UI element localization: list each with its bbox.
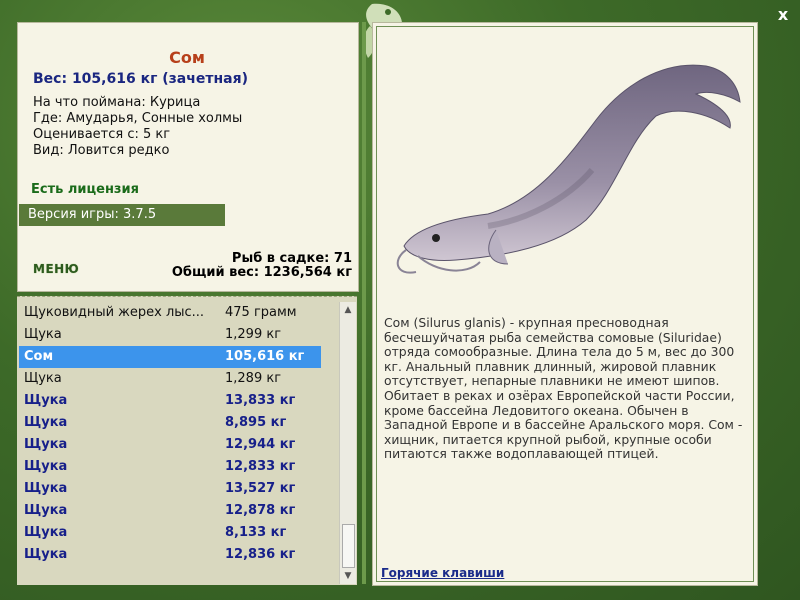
list-item[interactable]: Щука 12,833 кг (19, 456, 321, 478)
catfish-image (396, 64, 741, 274)
list-item-name: Щука (24, 481, 68, 496)
list-item[interactable]: Щука 12,878 кг (19, 500, 321, 522)
list-item-weight: 475 грамм (225, 305, 297, 320)
list-item-weight: 105,616 кг (225, 349, 305, 364)
fish-bait: На что поймана: Курица (33, 95, 201, 110)
list-item[interactable]: Щука 13,527 кг (19, 478, 321, 500)
list-item-name: Щука (24, 393, 68, 408)
arrow-up-icon[interactable]: ▲ (340, 302, 356, 318)
close-icon[interactable]: x (774, 6, 792, 24)
list-item-weight: 8,895 кг (225, 415, 287, 430)
menu-button[interactable]: МЕНЮ (33, 262, 79, 276)
list-scrollbar[interactable]: ▲ ▼ (339, 302, 356, 584)
fish-description: Сом (Silurus glanis) - крупная пресновод… (384, 315, 743, 462)
list-item-weight: 1,299 кг (225, 327, 282, 342)
list-item[interactable]: Щука 1,299 кг (19, 324, 321, 346)
list-item-name: Щука (24, 459, 68, 474)
cage-total-weight: Общий вес: 1236,564 кг (171, 265, 352, 280)
list-item-weight: 13,527 кг (225, 481, 296, 496)
fish-name-title: Сом (169, 48, 205, 67)
list-item-weight: 12,944 кг (225, 437, 296, 452)
list-item[interactable]: Сом 105,616 кг (19, 346, 321, 368)
list-item-weight: 1,289 кг (225, 371, 282, 386)
game-version-bar: Версия игры: 3.7.5 (19, 204, 225, 226)
list-item-name: Щука (24, 525, 68, 540)
list-item-weight: 12,878 кг (225, 503, 296, 518)
list-item-name: Щука (24, 437, 68, 452)
list-item[interactable]: Щука 12,944 кг (19, 434, 321, 456)
list-item-name: Щука (24, 547, 68, 562)
list-item-weight: 13,833 кг (225, 393, 296, 408)
fish-weight: Вес: 105,616 кг (зачетная) (33, 71, 248, 87)
fish-kind: Вид: Ловится редко (33, 143, 170, 158)
list-item-name: Щука (24, 503, 68, 518)
list-item[interactable]: Щука 12,836 кг (19, 544, 321, 566)
list-item-name: Щука (24, 327, 62, 342)
scroll-thumb[interactable] (342, 524, 355, 568)
cage-fish-count: Рыб в садке: 71 (231, 251, 352, 266)
list-item[interactable]: Щука 8,895 кг (19, 412, 321, 434)
list-item-weight: 12,833 кг (225, 459, 296, 474)
list-item-weight: 8,133 кг (225, 525, 287, 540)
list-item-name: Щуковидный жерех лыс... (24, 305, 205, 320)
hotkeys-link[interactable]: Горячие клавиши (381, 566, 504, 580)
arrow-down-icon[interactable]: ▼ (340, 568, 356, 584)
list-item[interactable]: Щука 8,133 кг (19, 522, 321, 544)
list-item-name: Щука (24, 371, 62, 386)
list-item-name: Сом (24, 349, 54, 364)
list-item-name: Щука (24, 415, 68, 430)
list-item-weight: 12,836 кг (225, 547, 296, 562)
license-status: Есть лицензия (31, 182, 139, 197)
fish-location: Где: Амударья, Сонные холмы (33, 111, 243, 126)
list-item[interactable]: Щуковидный жерех лыс... 475 грамм (19, 302, 321, 324)
list-item[interactable]: Щука 1,289 кг (19, 368, 321, 390)
list-item[interactable]: Щука 13,833 кг (19, 390, 321, 412)
fish-rating: Оценивается с: 5 кг (33, 127, 171, 142)
panel-separator (362, 22, 366, 584)
